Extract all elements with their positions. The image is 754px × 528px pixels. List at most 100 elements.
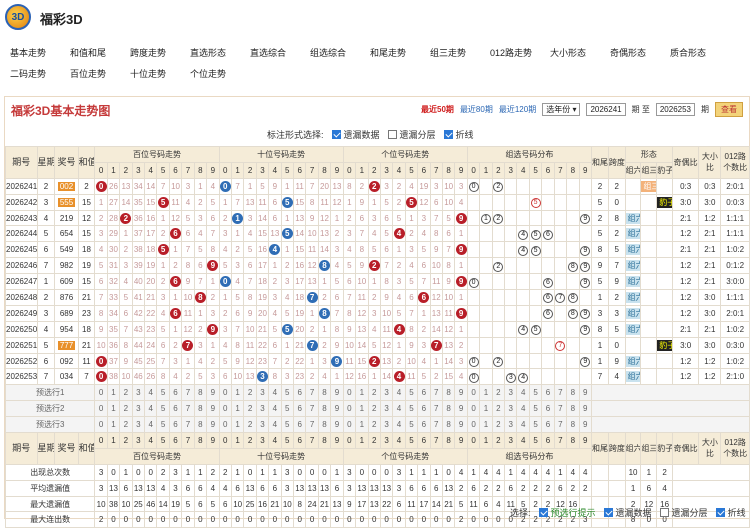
range-50[interactable]: 最近50期 [421, 104, 454, 115]
preview-digit[interactable]: 6 [292, 384, 307, 402]
preview-digit[interactable]: 2 [119, 400, 133, 418]
nav-item[interactable]: 和尾走势 [370, 46, 430, 59]
preview-digit[interactable]: 0 [342, 400, 357, 418]
preview-digit[interactable]: 3 [504, 416, 518, 434]
nav-item[interactable]: 直选形态 [190, 46, 250, 59]
preview-digit[interactable]: 0 [218, 384, 232, 402]
preview-digit[interactable]: 8 [441, 416, 456, 434]
preview-digit[interactable]: 7 [553, 400, 568, 418]
checkbox-icon[interactable] [443, 130, 453, 139]
nav-item[interactable]: 012路走势 [490, 46, 550, 59]
option-miss-layer[interactable]: 遗漏分层 [387, 128, 436, 141]
preview-digit[interactable]: 5 [404, 384, 419, 402]
preview-digit[interactable]: 1 [479, 416, 493, 434]
preview-digit[interactable]: 3 [255, 400, 270, 418]
preview-digit[interactable]: 3 [255, 384, 270, 402]
to-issue-input[interactable]: 2026253 [655, 103, 695, 116]
checkbox-icon[interactable] [538, 508, 548, 517]
preview-digit[interactable]: 8 [566, 400, 580, 418]
preview-digit[interactable]: 5 [156, 416, 170, 434]
preview-digit[interactable]: 3 [255, 416, 270, 434]
year-select[interactable]: 选年份 ▾ [542, 103, 581, 116]
preview-digit[interactable]: 4 [268, 400, 282, 418]
preview-digit[interactable]: 4 [516, 384, 530, 402]
preview-digit[interactable]: 5 [156, 400, 170, 418]
range-80[interactable]: 最近80期 [460, 104, 493, 115]
preview-digit[interactable]: 0 [342, 416, 357, 434]
preview-digit[interactable]: 2 [491, 400, 506, 418]
preview-digit[interactable]: 7 [181, 384, 195, 402]
preview-digit[interactable]: 3 [131, 416, 146, 434]
preview-digit[interactable]: 5 [280, 400, 295, 418]
preview-digit[interactable]: 8 [441, 384, 456, 402]
preview-digit[interactable]: 9 [454, 400, 468, 418]
nav-item[interactable]: 直选综合 [250, 46, 310, 59]
option-miss-data[interactable]: 遗漏数据 [331, 128, 380, 141]
checkbox-icon[interactable] [715, 508, 725, 517]
preview-digit[interactable]: 8 [317, 384, 332, 402]
preview-digit[interactable]: 2 [367, 400, 381, 418]
preview-digit[interactable]: 2 [367, 384, 381, 402]
preview-digit[interactable]: 9 [330, 416, 344, 434]
preview-row[interactable]: 预选行1 0 1 2 3 4 5 6 7 8 9 0 1 2 3 4 5 6 7 8 9 0 1 2 3 4 5 6 7 8 9 0 1 2 3 4 5… [4, 384, 750, 402]
preview-digit[interactable]: 3 [131, 384, 146, 402]
preview-digit[interactable]: 0 [342, 384, 357, 402]
preview-digit[interactable]: 4 [268, 416, 282, 434]
preview-digit[interactable]: 8 [193, 384, 208, 402]
preview-row[interactable]: 预选行2 0 1 2 3 4 5 6 7 8 9 0 1 2 3 4 5 6 7 8 9 0 1 2 3 4 5 6 7 8 9 0 1 2 3 4 5… [4, 400, 750, 418]
preview-digit[interactable]: 6 [168, 416, 183, 434]
preview-digit[interactable]: 7 [305, 384, 319, 402]
preview-digit[interactable]: 6 [541, 400, 555, 418]
preview-digit[interactable]: 0 [218, 416, 232, 434]
preview-digit[interactable]: 3 [504, 384, 518, 402]
preview-row[interactable]: 预选行3 0 1 2 3 4 5 6 7 8 9 0 1 2 3 4 5 6 7 8 9 0 1 2 3 4 5 6 7 8 9 0 1 2 3 4 5… [4, 416, 750, 434]
preview-digit[interactable]: 7 [305, 416, 319, 434]
preview-digit[interactable]: 6 [168, 400, 183, 418]
preview-digit[interactable]: 0 [466, 416, 481, 434]
nav-item[interactable]: 百位走势 [70, 67, 130, 80]
checkbox-icon[interactable] [659, 508, 669, 517]
nav-item[interactable]: 和值和尾 [70, 46, 130, 59]
preview-digit[interactable]: 3 [131, 400, 146, 418]
nav-item[interactable]: 奇偶形态 [610, 46, 670, 59]
footer-opt-layer[interactable]: 遗漏分层 [659, 506, 708, 519]
preview-digit[interactable]: 8 [317, 416, 332, 434]
preview-digit[interactable]: 6 [417, 400, 431, 418]
preview-digit[interactable]: 9 [578, 384, 592, 402]
preview-digit[interactable]: 6 [417, 416, 431, 434]
view-button[interactable]: 查看 [715, 102, 743, 117]
preview-digit[interactable]: 0 [94, 400, 108, 418]
preview-digit[interactable]: 4 [143, 400, 158, 418]
preview-digit[interactable]: 9 [578, 400, 592, 418]
nav-item[interactable]: 大小形态 [550, 46, 610, 59]
preview-digit[interactable]: 4 [392, 384, 406, 402]
preview-digit[interactable]: 4 [143, 384, 158, 402]
preview-digit[interactable]: 1 [106, 416, 121, 434]
checkbox-icon[interactable] [387, 130, 397, 139]
preview-digit[interactable]: 4 [143, 416, 158, 434]
nav-item[interactable]: 组选综合 [310, 46, 370, 59]
preview-digit[interactable]: 8 [566, 416, 580, 434]
from-issue-input[interactable]: 2026241 [586, 103, 626, 116]
preview-digit[interactable]: 2 [243, 400, 257, 418]
preview-digit[interactable]: 4 [392, 400, 406, 418]
preview-digit[interactable]: 2 [243, 416, 257, 434]
preview-digit[interactable]: 1 [230, 400, 245, 418]
preview-digit[interactable]: 8 [566, 384, 580, 402]
footer-opt-miss[interactable]: 遗漏数据 [603, 506, 652, 519]
nav-item[interactable]: 二码走势 [10, 67, 70, 80]
preview-digit[interactable]: 9 [578, 416, 592, 434]
preview-digit[interactable]: 1 [355, 416, 369, 434]
preview-digit[interactable]: 7 [305, 400, 319, 418]
preview-digit[interactable]: 1 [106, 384, 121, 402]
preview-digit[interactable]: 5 [404, 400, 419, 418]
preview-digit[interactable]: 9 [206, 384, 220, 402]
preview-digit[interactable]: 8 [317, 400, 332, 418]
option-line[interactable]: 折线 [443, 128, 474, 141]
preview-digit[interactable]: 7 [429, 400, 443, 418]
preview-digit[interactable]: 2 [119, 384, 133, 402]
preview-digit[interactable]: 2 [491, 416, 506, 434]
preview-digit[interactable]: 9 [330, 384, 344, 402]
preview-digit[interactable]: 1 [355, 400, 369, 418]
preview-digit[interactable]: 8 [193, 416, 208, 434]
